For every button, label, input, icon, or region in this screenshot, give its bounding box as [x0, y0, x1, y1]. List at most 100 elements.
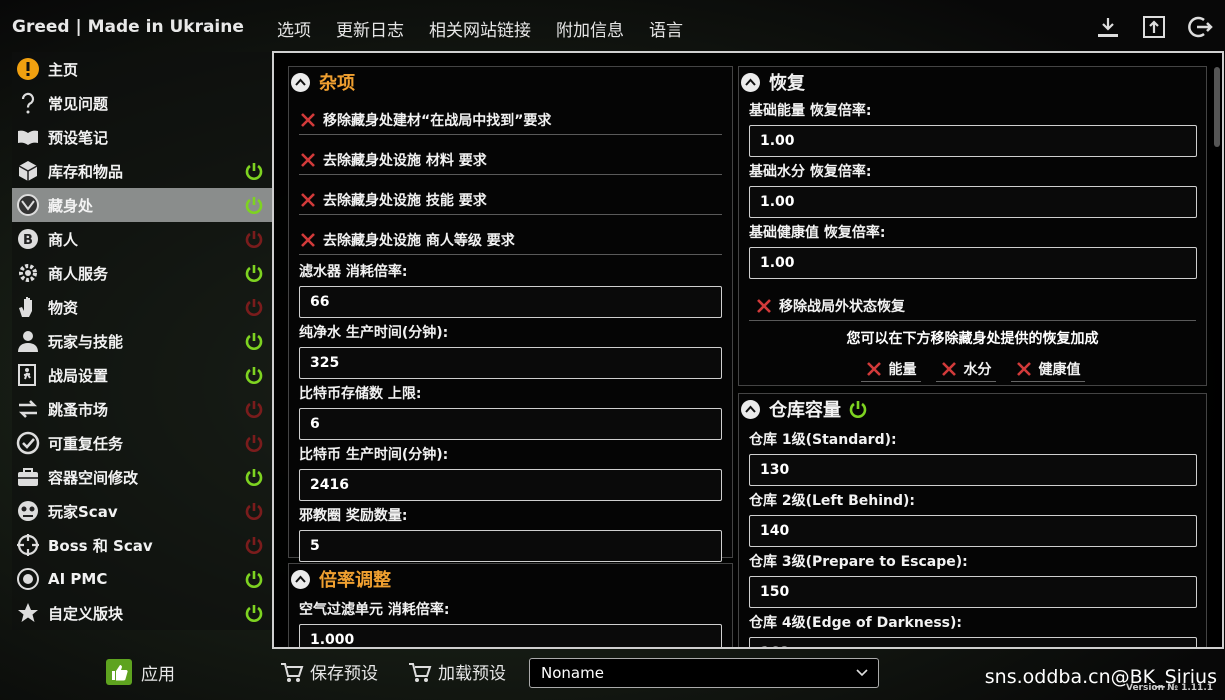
sidebar-item-label: 物资	[48, 298, 79, 317]
stash-panel: 仓库容量 仓库 1级(Standard): 仓库 2级(Left Behind)…	[738, 393, 1207, 647]
warning-icon	[16, 57, 40, 81]
cultist-reward-input[interactable]	[299, 530, 722, 562]
field-label: 仓库 1级(Standard):	[749, 432, 897, 448]
menu-options[interactable]: 选项	[277, 16, 311, 41]
version-label: Version № 1.11.1	[1125, 683, 1213, 693]
toggle-label: 水分	[963, 361, 992, 378]
check-remove-out-raid-recovery[interactable]: 移除战局外状态恢复	[749, 283, 1196, 321]
power-on-icon[interactable]	[244, 365, 264, 385]
rate-title: 倍率调整	[319, 570, 391, 591]
stash-left-behind-input[interactable]	[749, 515, 1197, 547]
power-on-icon[interactable]	[244, 263, 264, 283]
sidebar-item-label: 容器空间修改	[48, 468, 139, 487]
chevron-down-icon	[856, 669, 868, 677]
power-on-icon[interactable]	[244, 603, 264, 623]
energy-recovery-input[interactable]	[749, 125, 1197, 157]
power-on-icon[interactable]	[244, 331, 264, 351]
power-on-icon[interactable]	[244, 195, 264, 215]
stash-prepare-input[interactable]	[749, 576, 1197, 608]
apply-button[interactable]: 应用	[106, 659, 175, 685]
power-on-icon[interactable]	[244, 161, 264, 181]
stash-title: 仓库容量	[769, 400, 841, 421]
exchange-icon	[16, 397, 40, 421]
sidebar-item[interactable]: 战局设置	[12, 358, 272, 392]
sidebar-item[interactable]: 常见问题	[12, 86, 272, 120]
power-off-icon[interactable]	[244, 433, 264, 453]
sidebar-item-label: 商人服务	[48, 264, 109, 283]
power-off-icon[interactable]	[244, 535, 264, 555]
sidebar-item[interactable]: 玩家Scav	[12, 494, 272, 528]
field-label: 仓库 2级(Left Behind):	[749, 493, 916, 509]
field-label: 基础能量 恢复倍率:	[749, 103, 872, 119]
sidebar-item[interactable]: 自定义版块	[12, 596, 272, 630]
sidebar-item[interactable]: 藏身处	[12, 188, 272, 222]
collapse-icon[interactable]	[291, 569, 310, 589]
collapse-icon[interactable]	[291, 72, 310, 92]
check-trader-level[interactable]: 去除藏身处设施 商人等级 要求	[299, 215, 722, 255]
menu-changelog[interactable]: 更新日志	[336, 16, 404, 41]
collapse-icon[interactable]	[741, 72, 760, 92]
power-on-icon[interactable]	[848, 399, 868, 419]
stash-eod-input[interactable]	[749, 637, 1197, 647]
sidebar-item[interactable]: AI PMC	[12, 562, 272, 596]
health-recovery-input[interactable]	[749, 247, 1197, 279]
power-off-icon[interactable]	[244, 297, 264, 317]
power-off-icon[interactable]	[244, 501, 264, 521]
sidebar-item[interactable]: 跳蚤市场	[12, 392, 272, 426]
bitcoin-storage-input[interactable]	[299, 408, 722, 440]
air-filter-rate-input[interactable]	[299, 624, 722, 647]
sidebar-item[interactable]: 容器空间修改	[12, 460, 272, 494]
upload-icon[interactable]	[1141, 14, 1167, 40]
bitcoin-production-input[interactable]	[299, 469, 722, 501]
cross-icon	[866, 361, 881, 376]
menu-language[interactable]: 语言	[649, 16, 683, 41]
power-on-icon[interactable]	[244, 467, 264, 487]
hydration-recovery-input[interactable]	[749, 186, 1197, 218]
power-off-icon[interactable]	[244, 229, 264, 249]
sidebar-item[interactable]: 主页	[12, 52, 272, 86]
check-materials[interactable]: 去除藏身处设施 材料 要求	[299, 135, 722, 175]
preset-select[interactable]: Noname	[529, 658, 879, 688]
sidebar-item[interactable]: 商人服务	[12, 256, 272, 290]
load-preset-button[interactable]: 加载预设	[408, 659, 506, 684]
sidebar-item[interactable]: 物资	[12, 290, 272, 324]
sidebar-item-label: 库存和物品	[48, 162, 124, 181]
preset-select-value: Noname	[541, 664, 604, 682]
stash-standard-input[interactable]	[749, 454, 1197, 486]
sidebar-item[interactable]: 玩家与技能	[12, 324, 272, 358]
menu-extra-info[interactable]: 附加信息	[556, 16, 624, 41]
menu-links[interactable]: 相关网站链接	[429, 16, 531, 41]
toggle-health[interactable]: 健康值	[1010, 356, 1085, 382]
apply-label: 应用	[141, 664, 175, 685]
load-preset-label: 加载预设	[438, 664, 506, 684]
toggle-energy[interactable]: 能量	[860, 356, 921, 382]
scrollbar[interactable]	[1214, 67, 1220, 147]
exit-icon[interactable]	[1187, 14, 1213, 40]
cross-icon	[301, 192, 315, 207]
toggle-hydration[interactable]: 水分	[935, 356, 996, 382]
rate-panel: 倍率调整 空气过滤单元 消耗倍率:	[288, 563, 733, 647]
download-icon[interactable]	[1095, 14, 1121, 40]
sidebar-item[interactable]: 可重复任务	[12, 426, 272, 460]
sidebar-item-label: 自定义版块	[48, 604, 124, 623]
save-preset-button[interactable]: 保存预设	[280, 659, 378, 684]
cart-icon	[409, 662, 432, 682]
sidebar-item[interactable]: 预设笔记	[12, 120, 272, 154]
sidebar-item[interactable]: 库存和物品	[12, 154, 272, 188]
check-found-in-raid[interactable]: 移除藏身处建材“在战局中找到”要求	[299, 105, 722, 135]
svg-text:B: B	[23, 233, 33, 248]
collapse-icon[interactable]	[741, 399, 760, 419]
water-filter-rate-input[interactable]	[299, 286, 722, 318]
water-production-input[interactable]	[299, 347, 722, 379]
field-label: 比特币存储数 上限:	[299, 386, 422, 402]
sidebar-item[interactable]: Boss 和 Scav	[12, 528, 272, 562]
thumbs-up-icon	[106, 659, 132, 685]
box-icon	[16, 159, 40, 183]
field-label: 仓库 3级(Prepare to Escape):	[749, 554, 968, 570]
sidebar-item-label: 战局设置	[48, 366, 109, 385]
sidebar-item[interactable]: B 商人	[12, 222, 272, 256]
check-skills[interactable]: 去除藏身处设施 技能 要求	[299, 175, 722, 215]
toggle-label: 能量	[888, 361, 917, 378]
power-on-icon[interactable]	[244, 569, 264, 589]
power-off-icon[interactable]	[244, 399, 264, 419]
